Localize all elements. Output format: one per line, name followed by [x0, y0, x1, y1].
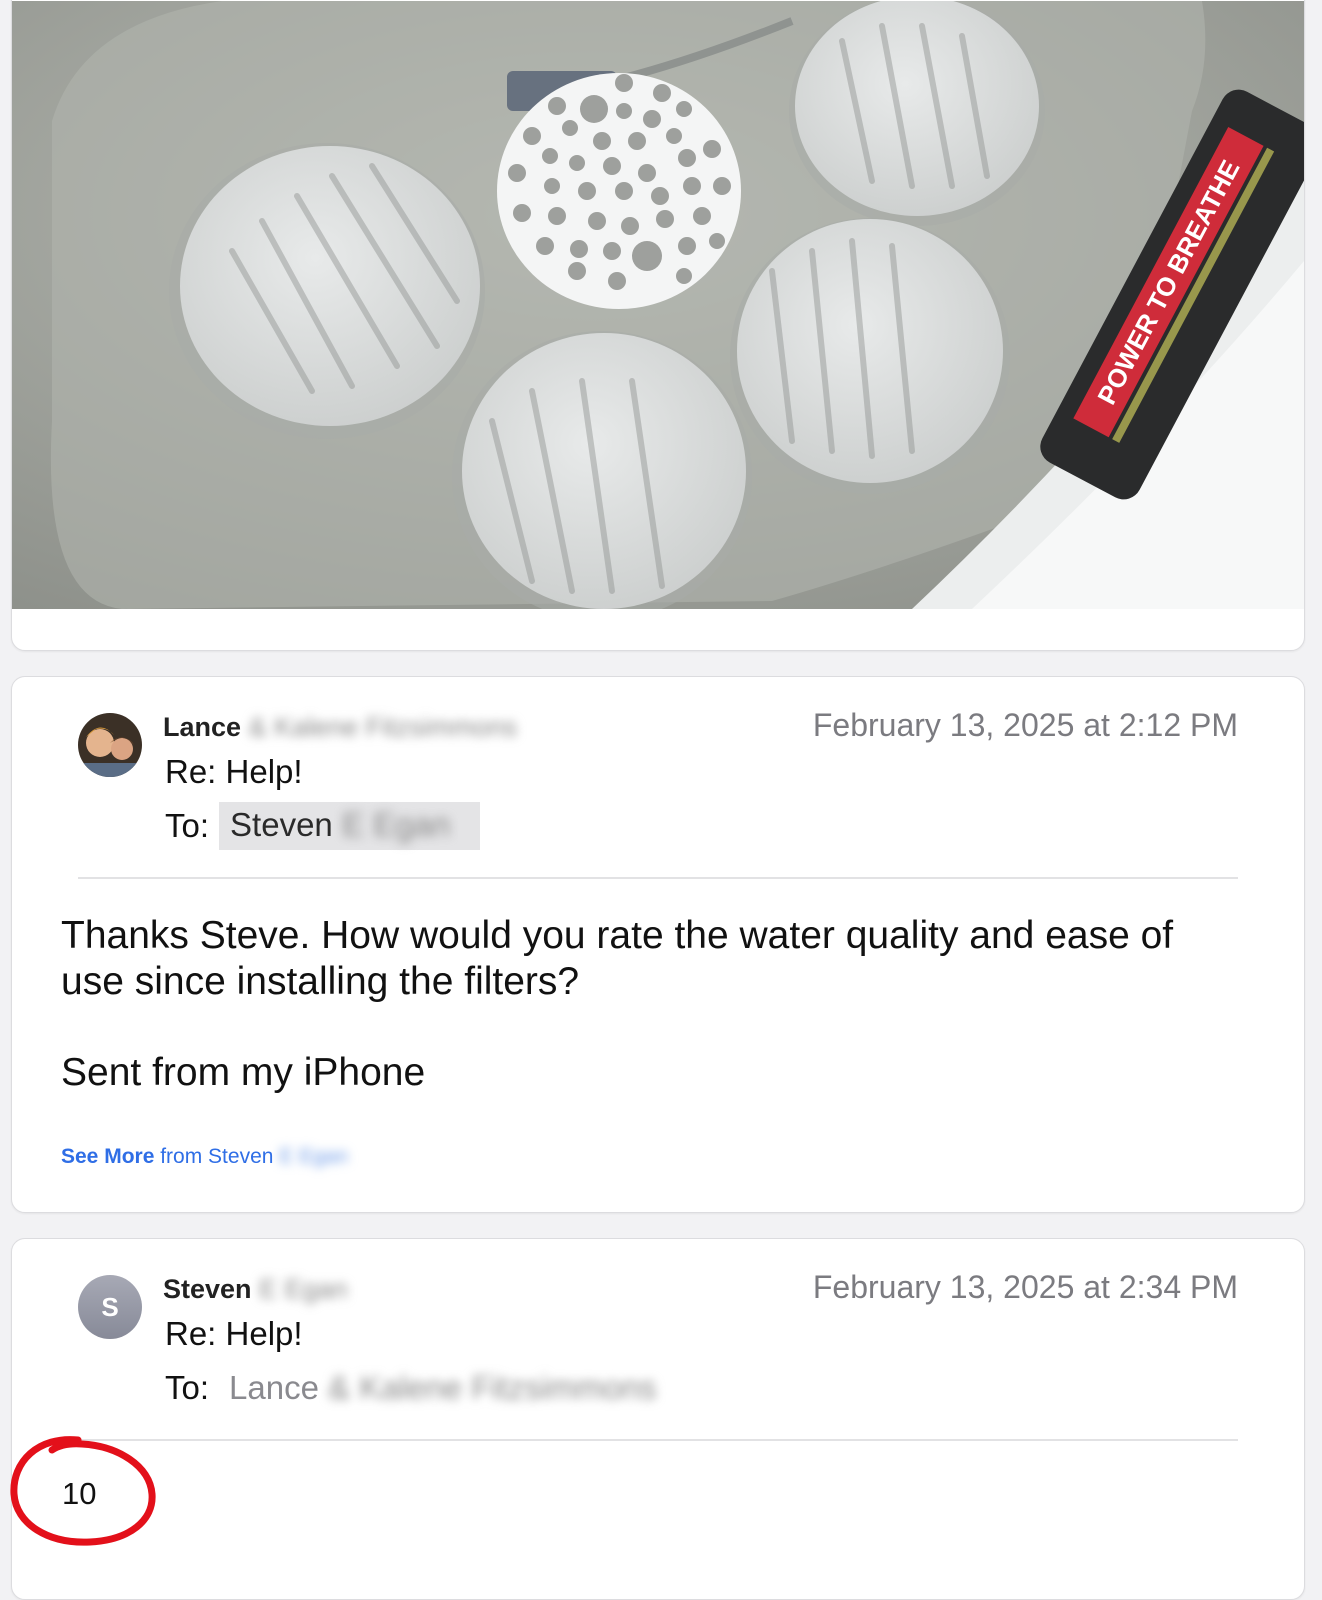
message-card: S Steven E Egan February 13, 2025 at 2:3… — [11, 1238, 1305, 1600]
recipient-row: To: Steven E Egan — [165, 800, 481, 852]
attached-photo[interactable]: POWER TO BREATHE — [12, 1, 1304, 609]
recipient-chip[interactable]: Steven E Egan — [219, 802, 481, 850]
recipient-redacted-name: & Kalene Fitzsimmons — [328, 1369, 657, 1406]
sender-avatar[interactable]: S — [78, 1275, 142, 1339]
sender-avatar[interactable] — [78, 713, 142, 777]
message-date: February 13, 2025 at 2:34 PM — [812, 1269, 1238, 1305]
message-body: 10 — [62, 1476, 97, 1511]
message-signature: Sent from my iPhone — [61, 1051, 426, 1094]
recipient-row: To: Lance & Kalene Fitzsimmons — [165, 1362, 656, 1414]
recipient-name[interactable]: Lance & Kalene Fitzsimmons — [229, 1369, 656, 1407]
to-label: To: — [165, 807, 210, 844]
message-body: Thanks Steve. How would you rate the wat… — [61, 914, 1174, 1003]
sender-first-name: Lance — [163, 712, 242, 742]
to-label: To: — [165, 1369, 210, 1406]
recipient-first-name: Steven — [230, 806, 333, 843]
attachment-card: POWER TO BREATHE — [11, 0, 1305, 651]
recipient-redacted-name: E Egan — [341, 806, 451, 843]
see-more-from: from Steven — [160, 1145, 274, 1168]
sender-name[interactable]: Lance & Kalene Fitzsimmons — [163, 712, 517, 743]
sender-redacted-name: E Egan — [259, 1274, 348, 1304]
message-date: February 13, 2025 at 2:12 PM — [812, 707, 1238, 743]
message-subject: Re: Help! — [165, 1315, 303, 1352]
recipient-first-name: Lance — [229, 1369, 319, 1406]
sender-redacted-name: & Kalene Fitzsimmons — [248, 712, 518, 742]
header-divider — [78, 877, 1238, 879]
header-divider — [78, 1439, 1238, 1441]
sender-first-name: Steven — [163, 1274, 252, 1304]
see-more-label: See More — [61, 1145, 155, 1168]
see-more-redacted-name: E Egan — [279, 1145, 349, 1168]
message-subject: Re: Help! — [165, 753, 303, 790]
see-more-link[interactable]: See More from Steven E Egan — [61, 1145, 348, 1169]
message-card: Lance & Kalene Fitzsimmons February 13, … — [11, 676, 1305, 1213]
sender-name[interactable]: Steven E Egan — [163, 1274, 348, 1305]
